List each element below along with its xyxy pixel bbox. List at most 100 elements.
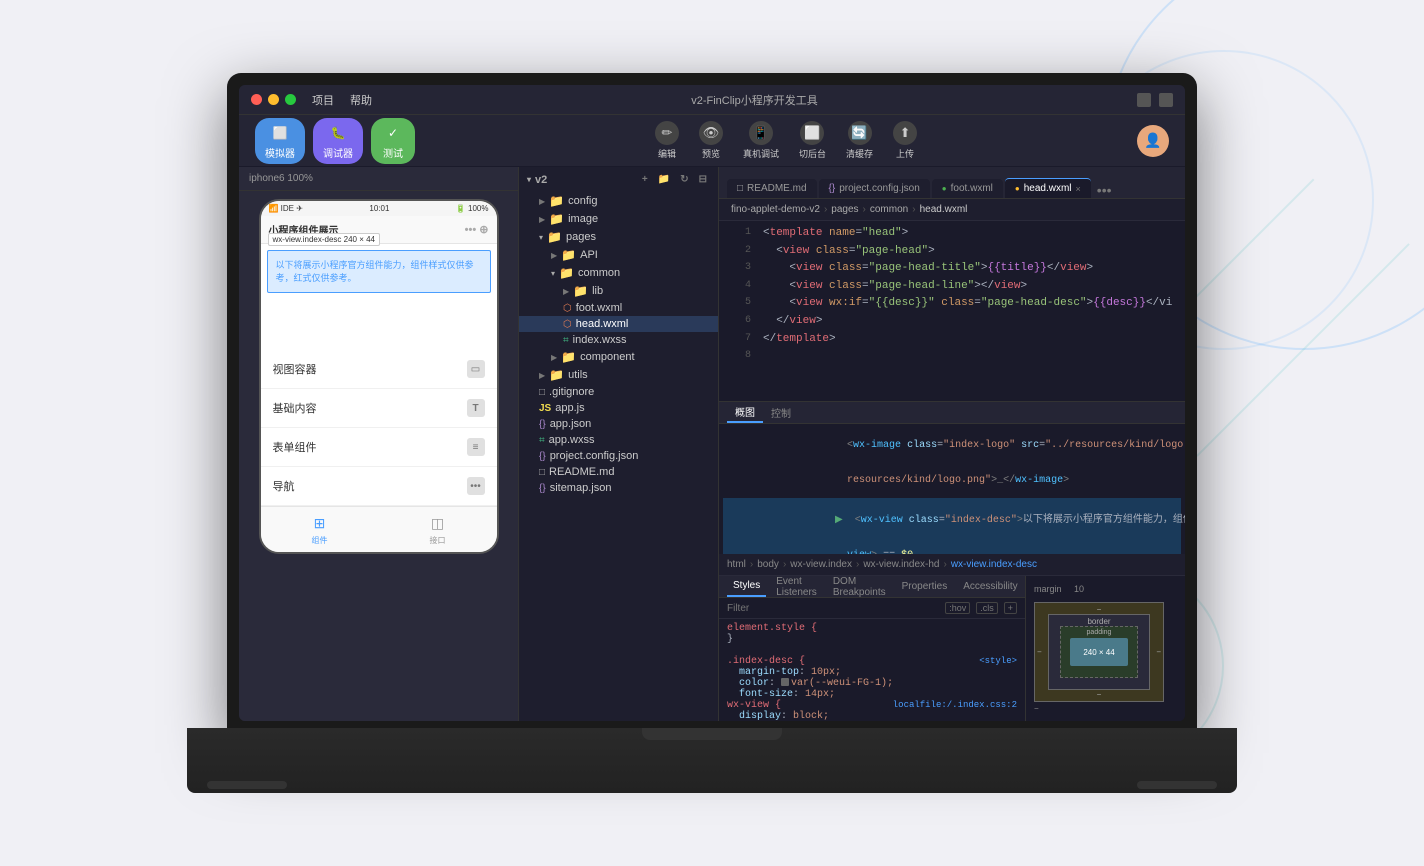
- debug-button[interactable]: 🐛 调试器: [313, 118, 363, 164]
- simulate-button[interactable]: ⬜ 模拟器: [255, 118, 305, 164]
- html-line-2: resources/kind/logo.png">_</wx-image>: [723, 463, 1181, 498]
- maximize-button[interactable]: [285, 94, 296, 105]
- event-listeners-tab[interactable]: Event Listeners: [770, 576, 823, 597]
- tree-item-utils[interactable]: ▶ 📁 utils: [519, 366, 718, 384]
- tab-footwxml[interactable]: ● foot.wxml: [932, 179, 1003, 198]
- tree-item-lib[interactable]: ▶ 📁 lib: [519, 282, 718, 300]
- breadcrumb-root[interactable]: fino-applet-demo-v2: [731, 204, 820, 215]
- dom-breakpoints-tab[interactable]: DOM Breakpoints: [827, 576, 892, 597]
- box-model-title: margin 10: [1034, 584, 1177, 594]
- path-html[interactable]: html: [727, 559, 746, 570]
- menu-bar: 项目 帮助: [312, 92, 372, 108]
- tree-item-readme[interactable]: □ README.md: [519, 464, 718, 480]
- file-icon-foot-wxml: ⬡: [563, 303, 572, 314]
- tab-readme[interactable]: □ README.md: [727, 179, 817, 198]
- tree-item-appjson-label: app.json: [550, 418, 592, 430]
- breadcrumb-common[interactable]: common: [870, 204, 908, 215]
- tree-item-config[interactable]: ▶ 📁 config: [519, 192, 718, 210]
- tab-projectconfig[interactable]: {} project.config.json: [819, 179, 930, 198]
- breadcrumb-sep-2: ›: [863, 204, 866, 215]
- bm-margin-left: −: [1037, 648, 1042, 657]
- accessibility-tab[interactable]: Accessibility: [957, 576, 1023, 597]
- tree-item-api[interactable]: ▶ 📁 API: [519, 246, 718, 264]
- new-file-icon[interactable]: +: [639, 173, 651, 186]
- tree-item-foot-wxml[interactable]: ⬡ foot.wxml: [519, 300, 718, 316]
- action-background[interactable]: ⬜ 切后台: [799, 121, 826, 160]
- refresh-icon[interactable]: ↻: [677, 173, 691, 186]
- traffic-lights: [251, 94, 296, 105]
- bm-bottom-dash: −: [1034, 704, 1177, 713]
- path-body[interactable]: body: [757, 559, 779, 570]
- tree-item-appjs[interactable]: JS app.js: [519, 400, 718, 416]
- path-wxview-index[interactable]: wx-view.index: [790, 559, 852, 570]
- nav-item-nav-icon: •••: [467, 477, 485, 495]
- phone-tab-component[interactable]: ⊞ 组件: [310, 513, 330, 546]
- action-edit[interactable]: ✏ 编辑: [655, 121, 679, 160]
- css-prop-font-size-name: font-size: [739, 689, 793, 700]
- breadcrumb-pages[interactable]: pages: [831, 204, 858, 215]
- phone-tab-api[interactable]: ◫ 接口: [428, 513, 448, 546]
- user-avatar[interactable]: 👤: [1137, 125, 1169, 157]
- phone-status-bar: 📶 IDE ✈ 10:01 🔋 100%: [261, 201, 497, 216]
- tree-item-index-wxss[interactable]: ⌗ index.wxss: [519, 332, 718, 348]
- action-device-debug[interactable]: 📱 真机调试: [743, 121, 779, 160]
- menu-item-help[interactable]: 帮助: [350, 92, 372, 108]
- code-line-8: 8: [719, 348, 1185, 366]
- devtools-tab-console[interactable]: 控制: [763, 402, 799, 423]
- minimize-button[interactable]: [268, 94, 279, 105]
- nav-item-form-label: 表单组件: [273, 439, 317, 455]
- nav-item-views[interactable]: 视图容器 ▭: [261, 350, 497, 389]
- action-clear-cache[interactable]: 🔄 清缓存: [846, 121, 873, 160]
- highlight-text: 以下将展示小程序官方组件能力，组件样式仅供参考，红式仅供参考。: [276, 260, 474, 283]
- nav-item-basic[interactable]: 基础内容 T: [261, 389, 497, 428]
- add-style-btn[interactable]: +: [1004, 602, 1017, 614]
- nav-item-nav[interactable]: 导航 •••: [261, 467, 497, 506]
- html-line-3: ▶ <wx-view class="index-desc">以下将展示小程序官方…: [723, 498, 1181, 538]
- collapse-icon[interactable]: ⊟: [696, 173, 710, 186]
- min-ctrl[interactable]: [1137, 93, 1151, 107]
- hover-filter-btn[interactable]: :hov: [945, 602, 970, 614]
- styles-tab[interactable]: Styles: [727, 576, 766, 597]
- folder-icon-common: 📁: [559, 266, 574, 280]
- screen-bezel: 项目 帮助 v2-FinClip小程序开发工具 ⬜ 模拟器: [227, 73, 1197, 733]
- phone-title-more[interactable]: ••• ⊕: [465, 223, 489, 236]
- css-selector-element: element.style {: [727, 623, 817, 634]
- tree-item-projectconfig[interactable]: {} project.config.json: [519, 448, 718, 464]
- tree-item-common[interactable]: ▾ 📁 common: [519, 264, 718, 282]
- simulate-label: 模拟器: [265, 145, 295, 160]
- tree-item-head-wxml[interactable]: ⬡ head.wxml: [519, 316, 718, 332]
- tree-item-appwxss[interactable]: ⌗ app.wxss: [519, 432, 718, 448]
- tree-item-component[interactable]: ▶ 📁 component: [519, 348, 718, 366]
- path-wxview-hd[interactable]: wx-view.index-hd: [863, 559, 939, 570]
- more-tabs-button[interactable]: •••: [1093, 182, 1116, 198]
- test-button[interactable]: ✓ 测试: [371, 118, 415, 164]
- nav-item-nav-label: 导航: [273, 478, 295, 494]
- action-upload[interactable]: ⬆ 上传: [893, 121, 917, 160]
- css-selector-wxview: wx-view {: [727, 700, 781, 711]
- new-folder-icon[interactable]: 📁: [655, 173, 673, 186]
- action-preview[interactable]: 👁 预览: [699, 121, 723, 160]
- properties-tab[interactable]: Properties: [896, 576, 954, 597]
- tab-headwxml-close[interactable]: ×: [1076, 184, 1081, 194]
- max-ctrl[interactable]: [1159, 93, 1173, 107]
- tree-item-appjson[interactable]: {} app.json: [519, 416, 718, 432]
- tree-item-sitemap[interactable]: {} sitemap.json: [519, 480, 718, 496]
- folder-icon-lib: 📁: [573, 284, 588, 298]
- cls-filter-btn[interactable]: .cls: [976, 602, 998, 614]
- nav-item-form[interactable]: 表单组件 ≡: [261, 428, 497, 467]
- tree-item-gitignore[interactable]: □ .gitignore: [519, 384, 718, 400]
- tree-item-index-wxss-label: index.wxss: [573, 334, 627, 346]
- file-icon-projectconfig: {}: [539, 451, 546, 462]
- tree-item-pages[interactable]: ▾ 📁 pages: [519, 228, 718, 246]
- path-wxview-desc[interactable]: wx-view.index-desc: [951, 559, 1037, 570]
- tab-headwxml[interactable]: ● head.wxml ×: [1005, 178, 1091, 198]
- css-selector-index-desc: .index-desc {: [727, 656, 805, 667]
- action-device-debug-label: 真机调试: [743, 147, 779, 160]
- code-editor[interactable]: 1 <template name="head"> 2 <view class="…: [719, 221, 1185, 401]
- tree-item-image[interactable]: ▶ 📁 image: [519, 210, 718, 228]
- styles-filter-input[interactable]: [727, 603, 939, 614]
- close-button[interactable]: [251, 94, 262, 105]
- component-tab-label: 组件: [312, 535, 328, 546]
- devtools-tab-overview[interactable]: 概图: [727, 402, 763, 423]
- menu-item-project[interactable]: 项目: [312, 92, 334, 108]
